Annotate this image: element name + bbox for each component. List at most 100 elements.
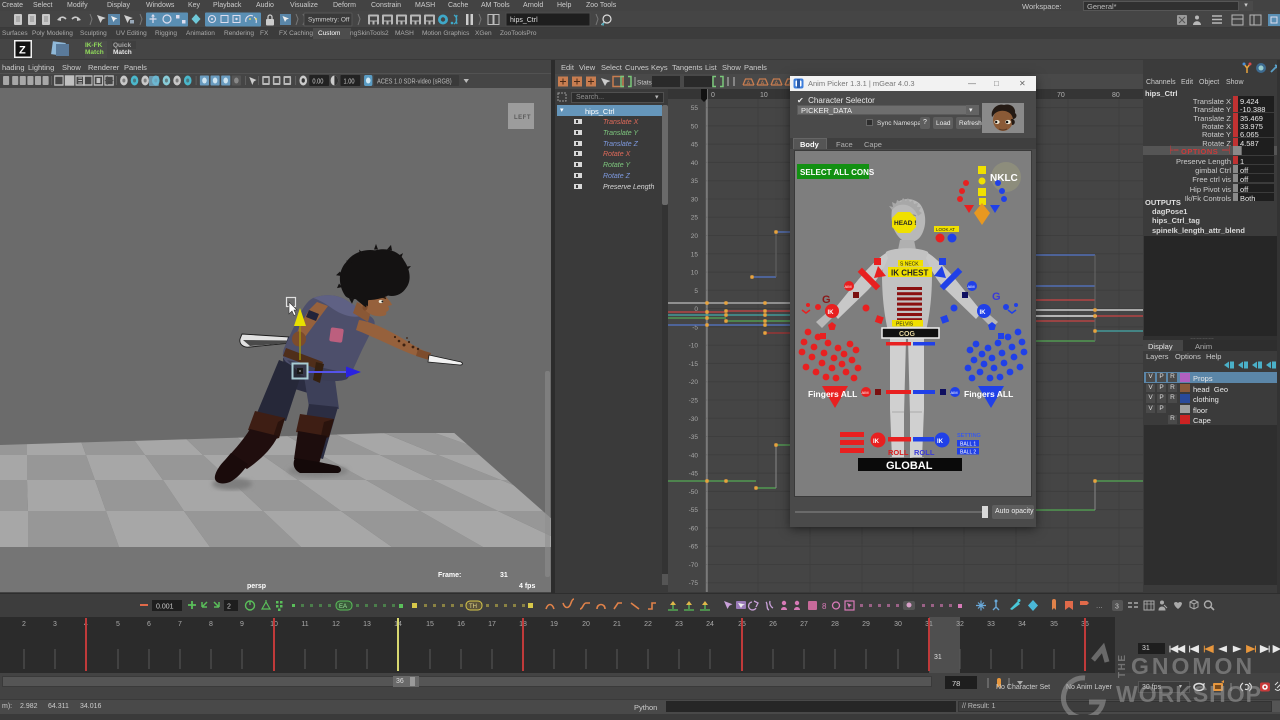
svg-text:Fingers ALL: Fingers ALL bbox=[964, 389, 1013, 399]
svg-text:31: 31 bbox=[934, 654, 942, 661]
svg-text:34: 34 bbox=[1018, 621, 1026, 628]
svg-text:23: 23 bbox=[675, 621, 683, 628]
svg-text:ROLL: ROLL bbox=[914, 448, 935, 457]
svg-text:...: ... bbox=[1096, 601, 1103, 610]
svg-text:A: A bbox=[747, 81, 751, 87]
svg-text:-75: -75 bbox=[689, 580, 699, 587]
svg-text:IK: IK bbox=[937, 439, 944, 445]
svg-text:A: A bbox=[761, 81, 765, 87]
svg-text:THE: THE bbox=[1117, 654, 1128, 679]
svg-text:ACES 1.0 SDR-video (sRGB): ACES 1.0 SDR-video (sRGB) bbox=[377, 78, 452, 86]
svg-text:28: 28 bbox=[831, 621, 839, 628]
svg-text:GLOBAL: GLOBAL bbox=[886, 460, 933, 472]
svg-text:WORKSHOP: WORKSHOP bbox=[1116, 681, 1262, 707]
svg-text:24: 24 bbox=[706, 621, 714, 628]
svg-text:0.00: 0.00 bbox=[312, 78, 323, 86]
svg-text:40: 40 bbox=[691, 160, 699, 167]
svg-text:27: 27 bbox=[800, 621, 808, 628]
svg-text:70: 70 bbox=[1057, 92, 1065, 99]
svg-text:17: 17 bbox=[488, 621, 496, 628]
svg-text:0.001: 0.001 bbox=[156, 604, 174, 611]
svg-text:-30: -30 bbox=[689, 416, 699, 423]
svg-text:-25: -25 bbox=[689, 398, 699, 405]
svg-text:31: 31 bbox=[500, 572, 508, 579]
svg-text:HEAD !: HEAD ! bbox=[894, 220, 916, 227]
svg-text:32: 32 bbox=[956, 621, 964, 628]
svg-text:SELECT ALL CONS: SELECT ALL CONS bbox=[800, 168, 875, 177]
svg-text:-40: -40 bbox=[689, 452, 699, 459]
svg-text:BALL 1: BALL 1 bbox=[960, 442, 976, 448]
svg-text:11: 11 bbox=[301, 621, 308, 628]
svg-text:AIM: AIM bbox=[968, 284, 975, 289]
svg-text:COG: COG bbox=[899, 331, 916, 338]
svg-text:Match: Match bbox=[113, 49, 132, 56]
svg-text:EA: EA bbox=[339, 604, 347, 610]
svg-text:Frame:: Frame: bbox=[438, 572, 461, 579]
svg-text:8: 8 bbox=[822, 602, 827, 611]
svg-text:3: 3 bbox=[1115, 604, 1119, 611]
svg-text:10: 10 bbox=[760, 92, 768, 99]
svg-text:BALL 2: BALL 2 bbox=[960, 450, 976, 456]
svg-text:20: 20 bbox=[691, 233, 699, 240]
svg-text:PELVIS: PELVIS bbox=[896, 322, 914, 328]
svg-text:-35: -35 bbox=[689, 434, 699, 441]
svg-text:G: G bbox=[992, 291, 1001, 303]
svg-text:LEFT: LEFT bbox=[514, 115, 531, 121]
svg-text:-70: -70 bbox=[689, 562, 699, 569]
svg-text:80: 80 bbox=[1112, 92, 1120, 99]
svg-text:LOOK AT: LOOK AT bbox=[936, 227, 955, 232]
svg-text:TH: TH bbox=[469, 604, 477, 610]
svg-text:A: A bbox=[775, 81, 779, 87]
svg-text:21: 21 bbox=[613, 621, 621, 628]
svg-text:8: 8 bbox=[209, 621, 213, 628]
svg-text:-20: -20 bbox=[689, 379, 699, 386]
svg-text:2: 2 bbox=[22, 621, 26, 628]
svg-text:30: 30 bbox=[691, 197, 699, 204]
svg-text:ROLL: ROLL bbox=[888, 448, 909, 457]
svg-text:9: 9 bbox=[240, 621, 244, 628]
svg-text:AIM: AIM bbox=[951, 390, 958, 395]
svg-text:20: 20 bbox=[582, 621, 590, 628]
svg-text:16: 16 bbox=[457, 621, 465, 628]
svg-text:26: 26 bbox=[769, 621, 777, 628]
svg-text:G: G bbox=[822, 294, 831, 306]
svg-text:GNOMON: GNOMON bbox=[1131, 653, 1255, 679]
svg-text:12: 12 bbox=[332, 621, 340, 628]
svg-text:IK-FK: IK-FK bbox=[85, 42, 103, 49]
svg-text:Match: Match bbox=[85, 49, 104, 56]
svg-text:NKLC: NKLC bbox=[990, 173, 1018, 184]
svg-text:Fingers ALL: Fingers ALL bbox=[808, 389, 857, 399]
svg-text:22: 22 bbox=[644, 621, 652, 628]
svg-text:-65: -65 bbox=[689, 544, 699, 551]
svg-text:2: 2 bbox=[227, 604, 231, 611]
svg-text:45: 45 bbox=[691, 142, 699, 149]
svg-text:13: 13 bbox=[363, 621, 371, 628]
svg-text:persp: persp bbox=[247, 583, 266, 590]
svg-text:AIM: AIM bbox=[845, 284, 852, 289]
svg-text:SETTING: SETTING bbox=[957, 433, 981, 439]
svg-text:19: 19 bbox=[550, 621, 558, 628]
svg-text:IK CHEST: IK CHEST bbox=[891, 269, 928, 278]
svg-text:1.00: 1.00 bbox=[344, 78, 355, 86]
svg-text:29: 29 bbox=[862, 621, 870, 628]
svg-text:25: 25 bbox=[691, 215, 699, 222]
svg-text:55: 55 bbox=[691, 105, 699, 112]
svg-text:4 fps: 4 fps bbox=[519, 583, 535, 590]
svg-text:-10: -10 bbox=[689, 343, 699, 350]
svg-text:0: 0 bbox=[711, 92, 715, 99]
svg-text:7: 7 bbox=[178, 621, 182, 628]
svg-text:-45: -45 bbox=[689, 471, 699, 478]
svg-text:-55: -55 bbox=[689, 507, 699, 514]
svg-text:30: 30 bbox=[894, 621, 902, 628]
svg-text:5: 5 bbox=[116, 621, 120, 628]
svg-text:-15: -15 bbox=[689, 361, 699, 368]
svg-text:35: 35 bbox=[1050, 621, 1058, 628]
svg-text:10: 10 bbox=[691, 270, 699, 277]
svg-text:6: 6 bbox=[147, 621, 151, 628]
svg-text:IK: IK bbox=[980, 310, 987, 316]
svg-text:-60: -60 bbox=[689, 525, 699, 532]
svg-text:Z: Z bbox=[19, 45, 26, 57]
svg-text:5: 5 bbox=[694, 288, 698, 295]
svg-text:Stats: Stats bbox=[637, 80, 653, 87]
svg-text:15: 15 bbox=[691, 251, 699, 258]
